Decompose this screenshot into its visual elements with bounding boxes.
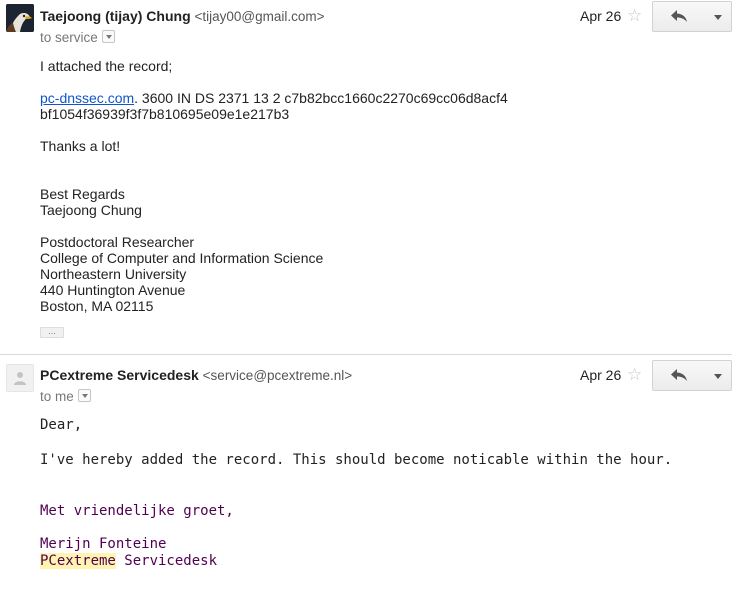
body-line: I've hereby added the record. This shoul…	[40, 452, 673, 468]
domain-link[interactable]: pc-dnssec.com	[40, 90, 134, 106]
record-text-continued: bf1054f36939f3f7b810695e09e1e217b3	[40, 106, 290, 122]
sender: PCextreme Servicedesk <service@pcextreme…	[40, 367, 352, 383]
more-options-button[interactable]	[706, 360, 732, 391]
recipient-text: to service	[40, 30, 98, 45]
closing: Best Regards	[40, 186, 125, 202]
signature-university: Northeastern University	[40, 266, 187, 282]
message-actions	[652, 1, 732, 32]
star-icon[interactable]: ☆	[627, 7, 642, 24]
sender-email: <service@pcextreme.nl>	[202, 368, 353, 383]
sender-name[interactable]: Taejoong (tijay) Chung	[40, 8, 191, 24]
body-line: Thanks a lot!	[40, 138, 121, 154]
message-1: Taejoong (tijay) Chung <tijay00@gmail.co…	[0, 0, 743, 355]
message-date: Apr 26	[580, 8, 622, 24]
more-options-button[interactable]	[706, 1, 732, 32]
sender: Taejoong (tijay) Chung <tijay00@gmail.co…	[40, 8, 325, 24]
message-date: Apr 26	[580, 367, 622, 383]
reply-arrow-icon	[671, 369, 687, 381]
signature-college: College of Computer and Information Scie…	[40, 250, 324, 266]
reply-arrow-icon	[671, 10, 687, 22]
body-line: I attached the record;	[40, 58, 173, 74]
sender-name[interactable]: PCextreme Servicedesk	[40, 367, 199, 383]
closing: Met vriendelijke groet,	[40, 503, 234, 519]
reply-button[interactable]	[652, 1, 707, 32]
dropdown-details-icon[interactable]	[101, 30, 115, 43]
record-text: . 3600 IN DS 2371 13 2 c7b82bcc1660c2270…	[134, 90, 508, 106]
recipient-line: to service	[40, 30, 115, 45]
signature-street: 440 Huntington Avenue	[40, 282, 186, 298]
message-actions	[652, 360, 732, 391]
dns-record: pc-dnssec.com. 3600 IN DS 2371 13 2 c7b8…	[40, 90, 508, 106]
message-body: I attached the record; pc-dnssec.com. 36…	[40, 58, 508, 314]
sender-avatar[interactable]	[6, 364, 34, 392]
show-trimmed-content-button[interactable]: ...	[40, 327, 64, 338]
recipient-text: to me	[40, 389, 74, 404]
dropdown-details-icon[interactable]	[77, 389, 91, 402]
greeting: Dear,	[40, 417, 83, 433]
reply-button[interactable]	[652, 360, 707, 391]
sender-email: <tijay00@gmail.com>	[194, 9, 325, 24]
signature-company: PCextreme Servicedesk	[40, 553, 217, 569]
star-icon[interactable]: ☆	[627, 366, 642, 383]
highlighted-company: PCextreme	[40, 553, 116, 569]
signature-title: Postdoctoral Researcher	[40, 234, 195, 250]
message-divider	[0, 354, 732, 355]
message-2: PCextreme Servicedesk <service@pcextreme…	[0, 356, 743, 594]
company-suffix: Servicedesk	[115, 553, 218, 569]
recipient-line: to me	[40, 389, 91, 404]
signer-name: Taejoong Chung	[40, 202, 142, 218]
signer-name: Merijn Fonteine	[40, 536, 167, 552]
sender-avatar[interactable]	[6, 4, 34, 32]
signature-city: Boston, MA 02115	[40, 298, 154, 314]
